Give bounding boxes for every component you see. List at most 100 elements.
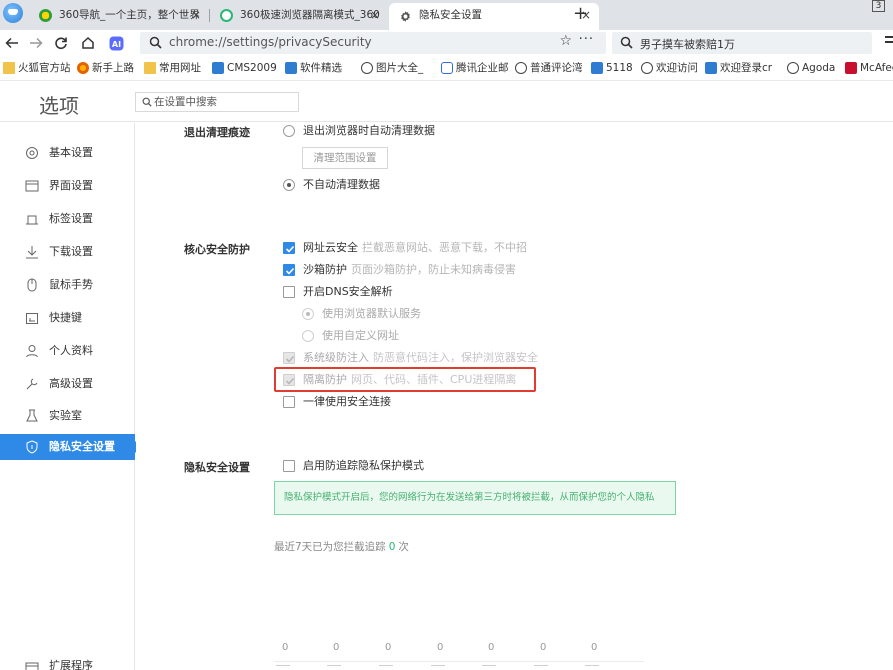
window-icon (25, 180, 39, 192)
chart-axis (274, 661, 644, 662)
more-options-icon[interactable]: ··· (579, 32, 594, 47)
settings-search-input[interactable] (154, 95, 294, 109)
clear-scope-button[interactable]: 清理范围设置 (302, 147, 388, 169)
new-tab-button[interactable]: + (573, 3, 588, 24)
sidebar-item-4[interactable]: 下载设置 (0, 239, 135, 265)
checkbox-always-secure[interactable]: 一律使用安全连接 (283, 395, 391, 411)
shield-icon (26, 440, 38, 454)
sidebar-item-9[interactable]: 实验室 (0, 403, 135, 429)
settings-search[interactable] (135, 92, 299, 112)
checkbox-label: 启用防追踪隐私保护模式 (303, 459, 424, 472)
globe-icon (361, 62, 373, 74)
address-bar[interactable]: chrome://settings/privacySecurity ☆ ··· (140, 32, 606, 54)
checkbox-label: 网址云安全 (303, 241, 358, 254)
bookmark-item[interactable]: 欢迎访问 (641, 61, 698, 77)
sidebar-item-6[interactable]: 快捷键 (0, 305, 135, 331)
forward-button[interactable] (26, 33, 46, 53)
checkbox[interactable] (283, 396, 295, 408)
firefox-icon (77, 62, 89, 74)
bookmark-label: 欢迎登录cr (720, 62, 773, 74)
bookmark-label: 腾讯企业邮 (456, 62, 509, 74)
bookmark-star-icon[interactable]: ☆ (559, 33, 572, 49)
bookmark-item[interactable]: 常用网址 (144, 61, 201, 77)
tab-title: 360导航_一个主页，整个世界 (59, 9, 200, 21)
browser-logo-icon[interactable] (3, 3, 23, 23)
sidebar-item-extensions[interactable]: 扩展程序 (0, 657, 135, 670)
search-icon (149, 36, 162, 49)
sidebar-item-10[interactable]: 隐私安全设置 (0, 434, 141, 460)
gear-icon (26, 147, 38, 159)
tab-privacy-settings[interactable]: 隐私安全设置 × (389, 3, 599, 30)
ai-assistant-button[interactable]: AI (106, 33, 126, 53)
bookmark-item[interactable]: 新手上路 (77, 61, 134, 77)
checkbox[interactable] (283, 264, 295, 276)
sidebar-item-label: 隐私安全设置 (49, 440, 115, 453)
window-count-badge[interactable]: 3 (872, 0, 885, 12)
checkbox-anti-injection[interactable]: 系统级防注入 防恶意代码注入，保护浏览器安全 (283, 351, 538, 367)
sidebar-item-5[interactable]: 鼠标手势 (0, 272, 135, 298)
bookmark-item[interactable]: 5118 (591, 61, 633, 77)
sidebar-item-2[interactable]: 界面设置 (0, 173, 135, 199)
ai-icon: AI (109, 36, 123, 51)
sidebar-item-8[interactable]: 高级设置 (0, 371, 135, 397)
bookmark-item[interactable]: 软件精选 (285, 61, 342, 77)
globe-icon (641, 62, 653, 74)
checkbox-anti-tracking[interactable]: 启用防追踪隐私保护模式 (283, 459, 424, 475)
radio-no-auto-clear[interactable]: 不自动清理数据 (283, 178, 380, 194)
sidebar-item-1[interactable]: 基本设置 (0, 140, 135, 166)
sidebar-item-3[interactable]: 标签设置 (0, 206, 135, 232)
chart-value-label: 0 (591, 642, 598, 653)
checkbox[interactable] (283, 352, 295, 364)
bookmark-item[interactable]: McAfee (845, 61, 893, 77)
tab-360-nav[interactable]: 360导航_一个主页，整个世界 × (29, 3, 209, 30)
tab-360-isolation[interactable]: 360极速浏览器隔离模式_360 × (210, 3, 388, 30)
close-icon[interactable]: × (191, 3, 201, 28)
sidebar-item-label: 个人资料 (49, 344, 93, 357)
radio-dns-custom[interactable]: 使用自定义网址 (302, 329, 399, 345)
checkbox[interactable] (283, 242, 295, 254)
address-url[interactable]: chrome://settings/privacySecurity (169, 35, 372, 49)
radio-button[interactable] (302, 308, 314, 320)
section-label-core-security: 核心安全防护 (184, 243, 250, 256)
chart-axis-tick (585, 665, 599, 670)
checkbox-sandbox[interactable]: 沙箱防护 页面沙箱防护，防止未知病毒侵害 (283, 263, 516, 279)
sidebar-item-7[interactable]: 个人资料 (0, 338, 135, 364)
bookmark-item[interactable]: 图片大全_ (361, 61, 423, 77)
bookmark-item[interactable]: Agoda (787, 61, 835, 77)
home-button[interactable] (78, 33, 98, 53)
bookmark-item[interactable]: 普通评论湾 (515, 61, 583, 77)
blocked-tracking-summary: 最近7天已为您拦截追踪 0 次 (274, 539, 409, 554)
bookmark-item[interactable]: 腾讯企业邮 (441, 61, 509, 77)
radio-button[interactable] (302, 330, 314, 342)
chart-axis-tick (379, 665, 393, 670)
checkmark-icon (285, 267, 295, 275)
search-box[interactable]: 男子摸车被索赔1万 (612, 32, 872, 54)
radio-auto-clear[interactable]: 退出浏览器时自动清理数据 (283, 124, 435, 140)
radio-button[interactable] (283, 179, 295, 191)
svg-text:AI: AI (111, 40, 120, 49)
sidebar-item-label: 扩展程序 (49, 659, 93, 670)
checkbox-dns-secure[interactable]: 开启DNS安全解析 (283, 285, 393, 301)
blocked-suffix: 次 (398, 541, 409, 553)
flask-icon (26, 409, 38, 422)
back-button[interactable] (2, 33, 22, 53)
site-icon (285, 62, 297, 74)
radio-dns-default[interactable]: 使用浏览器默认服务 (302, 307, 421, 323)
reload-button[interactable] (51, 33, 71, 53)
search-icon (620, 36, 633, 49)
bookmark-item[interactable]: 火狐官方站 (3, 61, 71, 77)
bookmark-label: 图片大全_ (376, 62, 424, 74)
bookmark-label: 火狐官方站 (18, 62, 71, 74)
checkbox[interactable] (283, 286, 295, 298)
checkbox-url-cloud-security[interactable]: 网址云安全 拦截恶意网站、恶意下载，不中招 (283, 241, 527, 257)
chart-axis-tick (276, 665, 290, 670)
radio-button[interactable] (283, 125, 295, 137)
close-icon[interactable]: × (370, 3, 380, 28)
checkbox[interactable] (283, 460, 295, 472)
section-label-privacy: 隐私安全设置 (184, 461, 250, 474)
bookmark-item[interactable]: 欢迎登录cr (705, 61, 772, 77)
search-box-text[interactable]: 男子摸车被索赔1万 (640, 36, 735, 52)
blocked-prefix: 最近7天已为您拦截追踪 (274, 541, 386, 553)
bookmark-item[interactable]: CMS2009 (212, 61, 277, 77)
menu-button[interactable] (883, 35, 893, 51)
